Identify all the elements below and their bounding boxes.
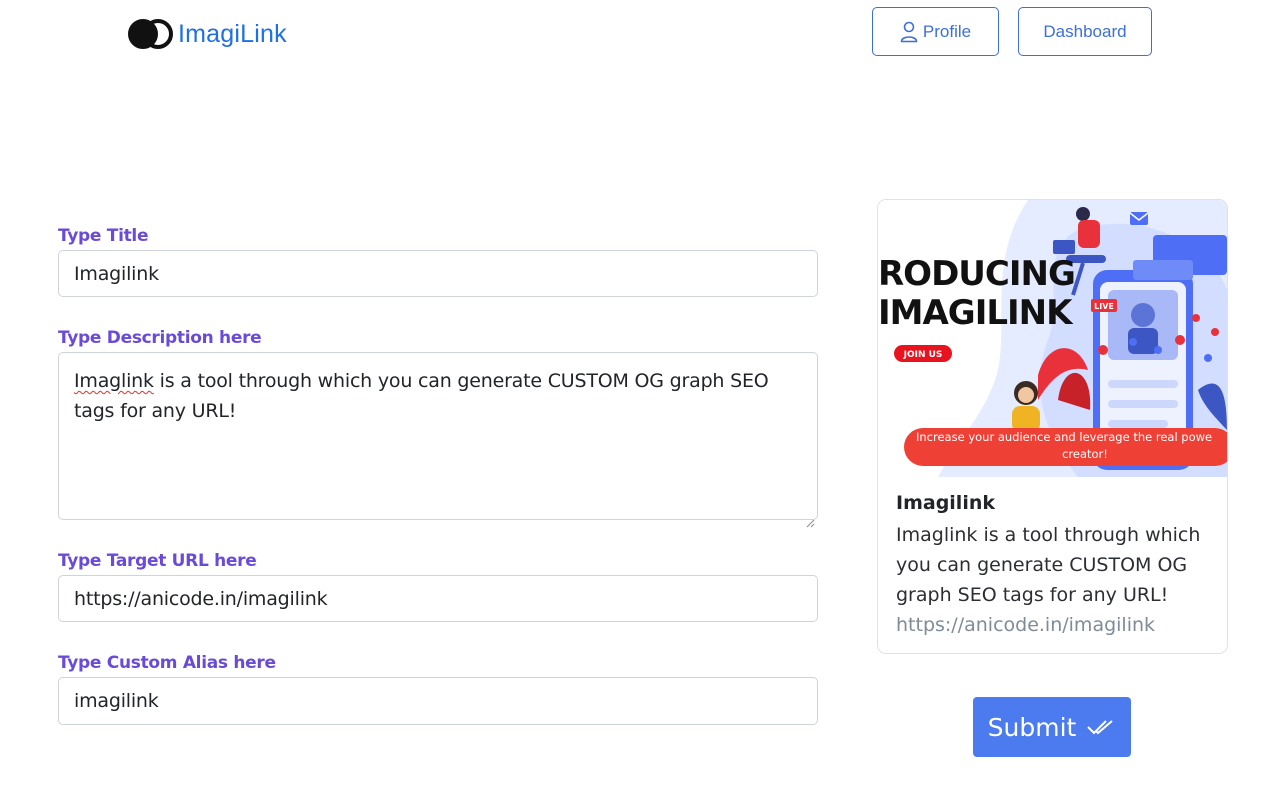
title-label: Type Title	[58, 226, 149, 246]
alias-input[interactable]: imagilink	[58, 677, 818, 725]
submit-button[interactable]: Submit	[973, 697, 1131, 757]
url-input-value: https://anicode.in/imagilink	[74, 587, 328, 610]
alias-input-value: imagilink	[74, 690, 159, 712]
og-banner-line2: creator!	[1062, 447, 1108, 461]
submit-button-label: Submit	[987, 712, 1077, 742]
description-text: Imaglink is a tool through which you can…	[74, 366, 802, 426]
og-preview-image: RODUCING IMAGILINK LIVE JOIN US Increase…	[878, 200, 1227, 477]
og-join-badge: JOIN US	[903, 350, 943, 360]
spellcheck-word: Imaglink	[74, 370, 154, 392]
alias-label: Type Custom Alias here	[58, 653, 276, 673]
brand-name: ImagiLink	[178, 19, 287, 48]
og-preview-card: RODUCING IMAGILINK LIVE JOIN US Increase…	[877, 199, 1228, 654]
title-input[interactable]: Imagilink	[58, 250, 818, 297]
url-input[interactable]: https://anicode.in/imagilink	[58, 575, 818, 622]
profile-button-label: Profile	[922, 21, 972, 41]
resize-grip-icon[interactable]	[805, 507, 815, 528]
description-rest: is a tool through which you can generate…	[74, 370, 769, 422]
description-textarea[interactable]: Imaglink is a tool through which you can…	[58, 352, 818, 528]
dashboard-button-label: Dashboard	[1043, 21, 1127, 41]
dashboard-button[interactable]: Dashboard	[1018, 7, 1152, 56]
og-headline-line1: RODUCING	[878, 254, 1075, 294]
double-check-icon	[1086, 717, 1116, 737]
title-input-value: Imagilink	[74, 262, 159, 285]
description-label: Type Description here	[58, 328, 262, 348]
logo-icon	[128, 18, 174, 50]
og-live-badge: LIVE	[1094, 302, 1114, 311]
og-banner-line1: Increase your audience and leverage the …	[916, 430, 1212, 444]
user-icon	[900, 21, 918, 43]
og-preview-body: Imagilink Imaglink is a tool through whi…	[896, 492, 1216, 640]
og-preview-description: Imaglink is a tool through which you can…	[896, 524, 1201, 606]
url-label: Type Target URL here	[58, 551, 257, 571]
og-preview-url: https://anicode.in/imagilink	[896, 614, 1156, 636]
profile-button[interactable]: Profile	[872, 7, 999, 56]
brand[interactable]: ImagiLink	[128, 18, 287, 50]
og-preview-title: Imagilink	[896, 492, 995, 514]
og-headline-line2: IMAGILINK	[878, 293, 1074, 333]
